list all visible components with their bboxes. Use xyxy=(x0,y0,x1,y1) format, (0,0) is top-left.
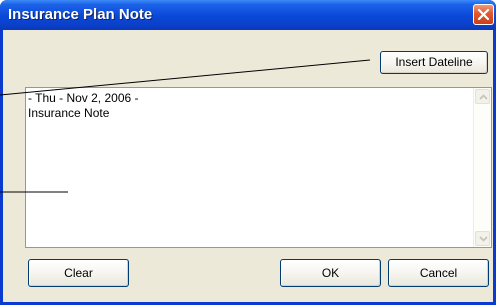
close-button[interactable] xyxy=(473,4,494,25)
vertical-scrollbar[interactable] xyxy=(473,88,491,247)
scroll-down-button[interactable] xyxy=(475,231,490,246)
window-title: Insurance Plan Note xyxy=(8,6,153,23)
dialog-body: Insert Dateline - Thu - Nov 2, 2006 - In… xyxy=(3,30,493,302)
close-x-icon xyxy=(477,8,490,21)
note-textarea[interactable]: - Thu - Nov 2, 2006 - Insurance Note xyxy=(25,87,492,248)
insert-dateline-button[interactable]: Insert Dateline xyxy=(380,51,488,74)
scroll-up-button[interactable] xyxy=(475,89,490,104)
ok-button[interactable]: OK xyxy=(280,259,381,287)
cancel-button[interactable]: Cancel xyxy=(388,259,489,287)
note-text: - Thu - Nov 2, 2006 - Insurance Note xyxy=(28,91,139,120)
chevron-down-icon xyxy=(479,236,488,242)
chevron-up-icon xyxy=(479,94,488,100)
insurance-plan-note-dialog: Insurance Plan Note Insert Dateline - Th… xyxy=(0,0,496,305)
title-bar[interactable]: Insurance Plan Note xyxy=(0,0,496,30)
clear-button[interactable]: Clear xyxy=(28,259,129,287)
